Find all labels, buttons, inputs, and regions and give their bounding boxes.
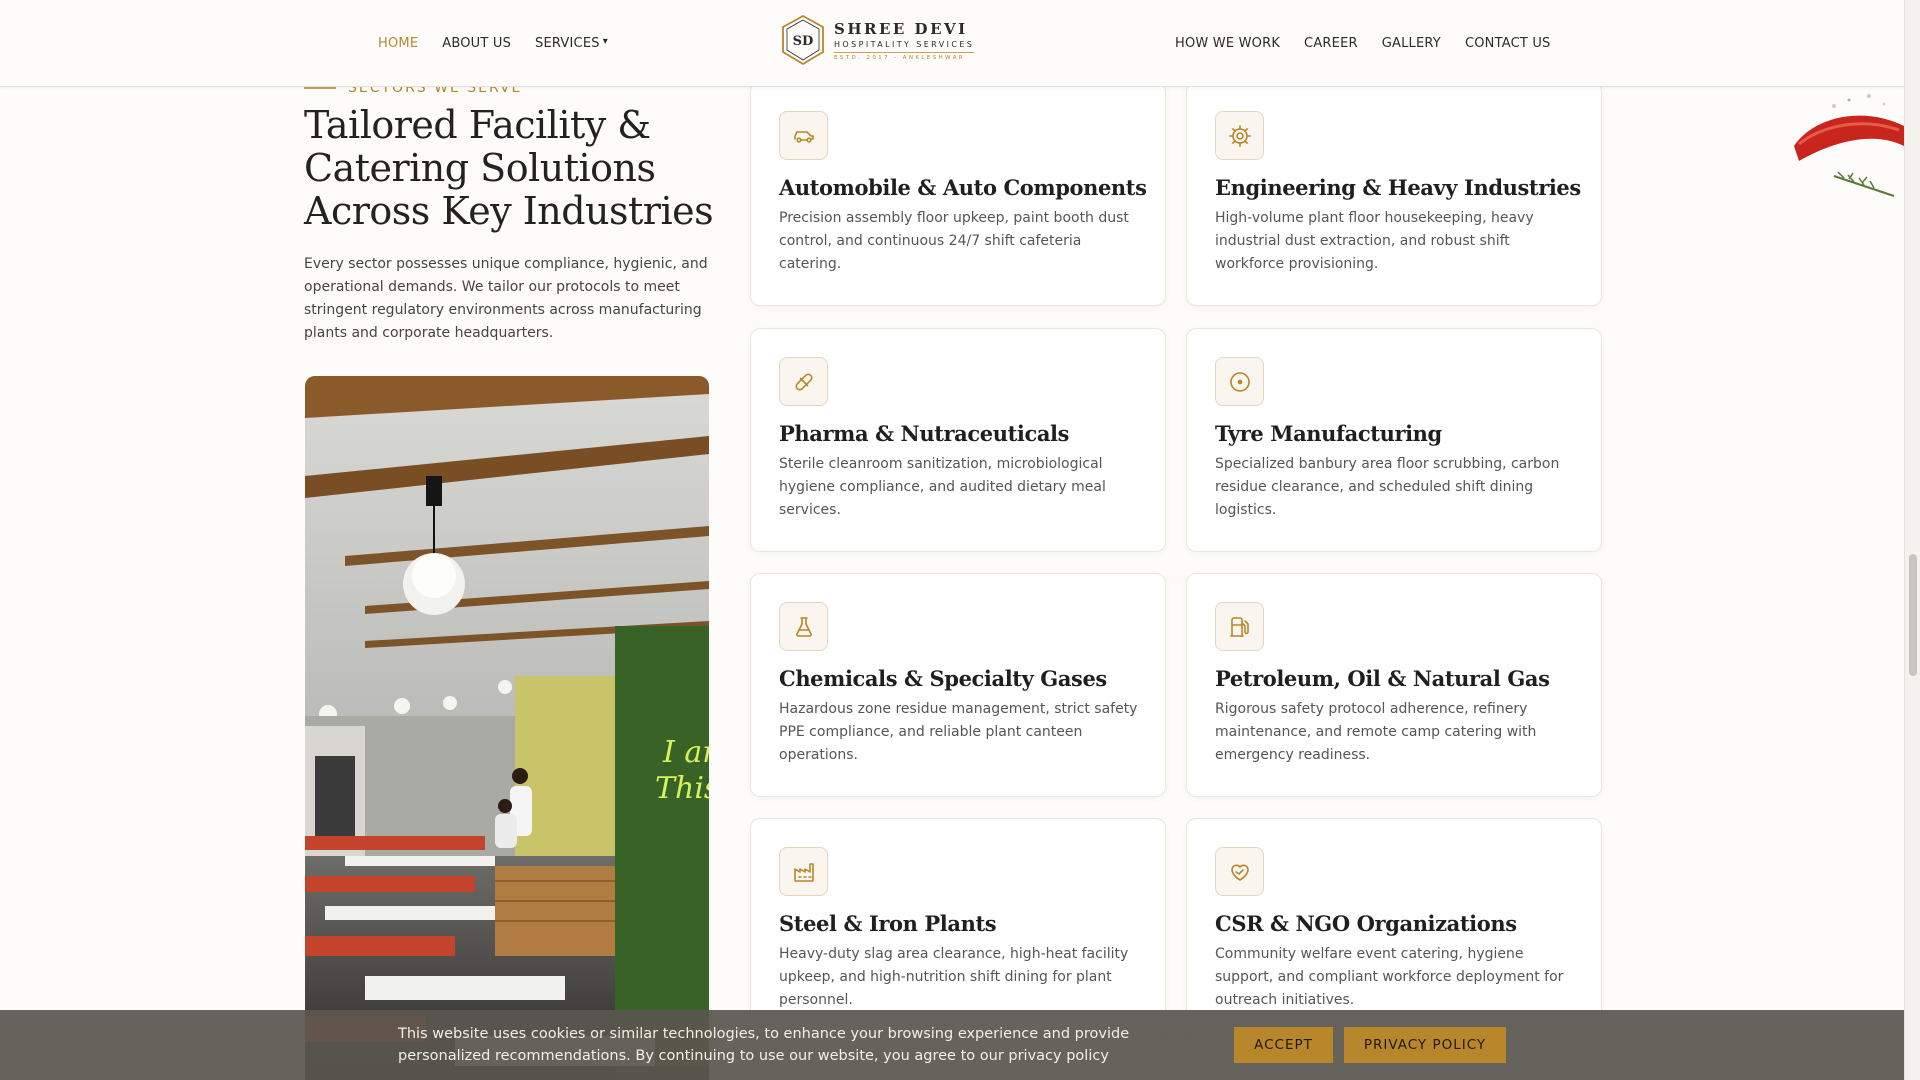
card-description: Heavy-duty slag area clearance, high-hea… — [779, 946, 1129, 1008]
card-icon-box — [1215, 111, 1264, 160]
factory-icon — [793, 862, 814, 882]
nav-services[interactable]: SERVICES ▾ — [535, 36, 608, 51]
nav-how-we-work[interactable]: HOW WE WORK — [1175, 36, 1280, 51]
sign-line-2: This is — [655, 771, 709, 806]
cog-icon — [1228, 124, 1251, 147]
eyebrow-divider — [304, 87, 336, 89]
sector-card-csr[interactable]: CSR & NGO Organizations Community welfar… — [1186, 818, 1602, 1042]
nav-gallery[interactable]: GALLERY — [1382, 36, 1441, 51]
nav-home[interactable]: HOME — [378, 36, 418, 51]
car-icon — [793, 130, 814, 143]
card-title: Steel & Iron Plants — [779, 911, 997, 936]
section-intro: Every sector possesses unique compliance… — [304, 256, 708, 341]
card-icon-box — [1215, 357, 1264, 406]
sector-card-chemicals[interactable]: Chemicals & Specialty Gases Hazardous zo… — [750, 573, 1166, 797]
card-icon-box — [1215, 602, 1264, 651]
page-scrollbar[interactable] — [1904, 0, 1920, 1080]
card-title: Petroleum, Oil & Natural Gas — [1215, 666, 1550, 691]
fuel-pump-icon — [1229, 616, 1249, 637]
nav-services-label: SERVICES — [535, 36, 600, 51]
card-icon-box — [779, 602, 828, 651]
sector-card-automobile[interactable]: Automobile & Auto Components Precision a… — [750, 82, 1166, 306]
cookie-message: This website uses cookies or similar tec… — [398, 1026, 1130, 1064]
card-icon-box — [1215, 847, 1264, 896]
sector-card-petroleum[interactable]: Petroleum, Oil & Natural Gas Rigorous sa… — [1186, 573, 1602, 797]
card-title: Pharma & Nutraceuticals — [779, 421, 1070, 446]
nav-contact-us[interactable]: CONTACT US — [1465, 36, 1551, 51]
card-title: Chemicals & Specialty Gases — [779, 666, 1107, 691]
card-description: Specialized banbury area floor scrubbing… — [1215, 456, 1560, 518]
logo-title: SHREE DEVI — [834, 19, 968, 38]
chevron-down-icon: ▾ — [602, 36, 608, 47]
card-title: Tyre Manufacturing — [1215, 421, 1442, 446]
shield-logo-icon: SD — [782, 14, 824, 66]
sign-line-1: I am — [662, 735, 709, 770]
nav-about-us[interactable]: ABOUT US — [442, 36, 511, 51]
card-title: Engineering & Heavy Industries — [1215, 175, 1581, 200]
card-description: Sterile cleanroom sanitization, microbio… — [779, 456, 1106, 518]
logo-subtitle: HOSPITALITY SERVICES — [834, 39, 975, 49]
card-description: Precision assembly floor upkeep, paint b… — [779, 210, 1129, 272]
site-logo[interactable]: SD SHREE DEVI HOSPITALITY SERVICES ESTD.… — [780, 14, 975, 66]
nav-left: HOME ABOUT US SERVICES ▾ — [378, 0, 608, 87]
cafeteria-illustration: I am This is — [305, 376, 709, 1080]
site-header: HOME ABOUT US SERVICES ▾ SD SHREE DEVI HO… — [0, 0, 1904, 87]
sector-card-steel[interactable]: Steel & Iron Plants Heavy-duty slag area… — [750, 818, 1166, 1042]
privacy-policy-button[interactable]: PRIVACY POLICY — [1344, 1027, 1506, 1063]
accept-cookies-button[interactable]: ACCEPT — [1234, 1027, 1333, 1063]
scrollbar-thumb[interactable] — [1909, 554, 1917, 676]
card-description: Rigorous safety protocol adherence, refi… — [1215, 701, 1537, 763]
sector-card-tyre[interactable]: Tyre Manufacturing Specialized banbury a… — [1186, 328, 1602, 552]
flask-icon — [795, 616, 812, 637]
nav-career[interactable]: CAREER — [1304, 36, 1358, 51]
card-description: Community welfare event catering, hygien… — [1215, 946, 1564, 1008]
logo-monogram: SD — [793, 34, 814, 49]
sector-card-pharma[interactable]: Pharma & Nutraceuticals Sterile cleanroo… — [750, 328, 1166, 552]
card-icon-box — [779, 357, 828, 406]
hand-heart-icon — [1230, 864, 1249, 881]
card-description: High-volume plant floor housekeeping, he… — [1215, 210, 1534, 272]
chili-decoration-icon — [1794, 94, 1904, 197]
card-description: Hazardous zone residue management, stric… — [779, 701, 1138, 763]
cafeteria-photo: I am This is — [305, 376, 709, 1080]
card-icon-box — [779, 111, 828, 160]
card-title: Automobile & Auto Components — [779, 175, 1147, 200]
pill-icon — [794, 372, 813, 391]
section-headline: Tailored Facility & Catering Solutions A… — [304, 103, 714, 233]
card-title: CSR & NGO Organizations — [1215, 911, 1517, 936]
sector-card-engineering[interactable]: Engineering & Heavy Industries High-volu… — [1186, 82, 1602, 306]
logo-estd: ESTD. 2017 - ANKLESHWAR — [834, 51, 975, 61]
logo-text: SHREE DEVI HOSPITALITY SERVICES ESTD. 20… — [834, 19, 975, 61]
nav-right: HOW WE WORK CAREER GALLERY CONTACT US — [1175, 0, 1551, 87]
card-icon-box — [779, 847, 828, 896]
tyre-icon — [1229, 371, 1250, 392]
cookie-banner: This website uses cookies or similar tec… — [0, 1010, 1904, 1080]
